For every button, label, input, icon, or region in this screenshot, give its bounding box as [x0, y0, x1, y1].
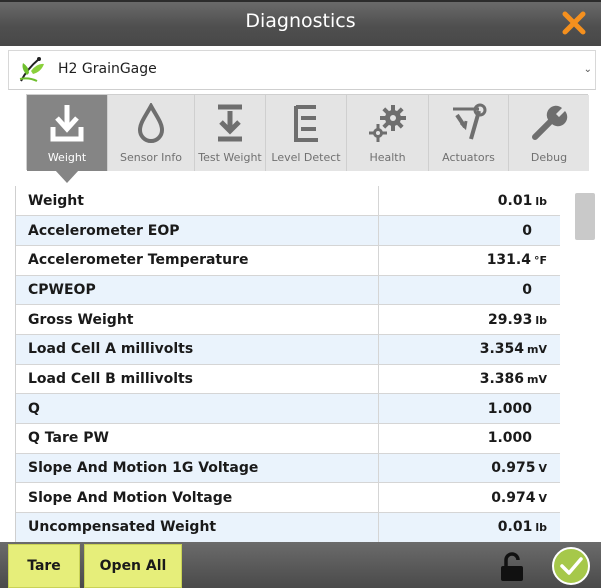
table-row[interactable]: Q Tare PW 1.000 — [16, 423, 560, 454]
tab-weight[interactable]: Weight — [27, 95, 108, 171]
row-value-cell: 0 — [378, 215, 560, 246]
tab-debug[interactable]: Debug — [509, 95, 589, 171]
row-unit: °F — [533, 254, 547, 268]
device-name: H2 GrainGage — [58, 61, 157, 77]
confirm-check-icon[interactable] — [551, 546, 591, 586]
row-value: 29.93 — [488, 311, 533, 328]
droplet-icon — [137, 103, 165, 143]
tare-button[interactable]: Tare — [8, 544, 80, 588]
table-row[interactable]: Weight 0.01 lb — [16, 186, 560, 217]
table-row[interactable]: Q 1.000 — [16, 393, 560, 424]
row-label: Weight — [16, 186, 379, 217]
row-value: 3.386 — [479, 370, 525, 387]
table-row[interactable]: Uncompensated Weight 0.01 lb — [16, 512, 560, 543]
row-value-cell: 0.01 lb — [378, 186, 560, 217]
tab-label: Debug — [530, 151, 568, 164]
table-row[interactable]: Load Cell B millivolts 3.386 mV — [16, 364, 560, 395]
active-tab-pointer — [55, 170, 79, 183]
row-value-cell: 0 — [378, 275, 560, 306]
row-value-cell: 0.975 V — [378, 453, 560, 484]
table-row[interactable]: Load Cell A millivolts 3.354 mV — [16, 334, 560, 365]
row-unit: mV — [527, 372, 547, 386]
actuator-icon — [452, 103, 486, 140]
row-value: 0.01 — [497, 519, 533, 536]
tab-test-weight[interactable]: Test Weight — [195, 95, 266, 171]
row-value-cell: 0.01 lb — [378, 512, 560, 543]
row-value: 131.4 — [486, 252, 531, 269]
level-detect-icon — [294, 105, 318, 142]
row-label: Gross Weight — [16, 304, 379, 335]
tab-label: Level Detect — [271, 151, 341, 164]
download-icon — [50, 105, 84, 142]
tab-bar: Weight Sensor Info Test Weight Level Det… — [26, 94, 589, 171]
tab-actuators[interactable]: Actuators — [429, 95, 509, 171]
wrench-icon — [532, 105, 568, 140]
row-value-cell: 1.000 — [378, 393, 560, 424]
row-value: 0.974 — [491, 489, 536, 506]
open-all-button[interactable]: Open All — [84, 544, 182, 588]
tab-health[interactable]: Health — [347, 95, 429, 171]
row-label: Accelerometer Temperature — [16, 245, 379, 276]
tab-label: Test Weight — [198, 151, 262, 164]
row-label: Uncompensated Weight — [16, 512, 379, 543]
row-value: 3.354 — [479, 341, 525, 358]
row-value-cell: 3.354 mV — [378, 334, 560, 365]
tab-label: Sensor Info — [119, 151, 183, 164]
table-row[interactable]: Accelerometer Temperature 131.4 °F — [16, 245, 560, 276]
tab-label: Health — [369, 151, 406, 164]
row-value-cell: 1.000 — [378, 423, 560, 454]
tab-label: Weight — [47, 151, 87, 164]
row-label: Q — [16, 393, 379, 424]
row-value: 0.975 — [491, 460, 536, 477]
row-value: 0.01 — [497, 192, 533, 209]
row-value-cell: 3.386 mV — [378, 364, 560, 395]
window-title: Diagnostics — [245, 10, 356, 32]
table-row[interactable]: Slope And Motion 1G Voltage 0.975 V — [16, 453, 560, 484]
row-unit: lb — [535, 313, 547, 327]
row-label: CPWEOP — [16, 275, 379, 306]
table-row[interactable]: Accelerometer EOP 0 — [16, 215, 560, 246]
tab-label: Actuators — [442, 151, 495, 164]
grain-logo-icon — [19, 57, 44, 82]
title-bar: Diagnostics — [0, 0, 601, 46]
row-label: Load Cell A millivolts — [16, 334, 379, 365]
row-label: Accelerometer EOP — [16, 215, 379, 246]
table-row[interactable]: Gross Weight 29.93 lb — [16, 304, 560, 335]
row-unit: lb — [535, 194, 547, 208]
test-weight-icon — [218, 104, 242, 142]
row-value: 0 — [522, 281, 532, 298]
table-row[interactable]: CPWEOP 0 — [16, 275, 560, 306]
row-label: Slope And Motion 1G Voltage — [16, 453, 379, 484]
row-value: 1.000 — [487, 430, 532, 447]
tab-level-detect[interactable]: Level Detect — [266, 95, 347, 171]
close-icon[interactable] — [559, 8, 589, 38]
row-unit: V — [538, 491, 547, 505]
row-value-cell: 0.974 V — [378, 482, 560, 514]
row-value: 1.000 — [487, 400, 532, 417]
row-value-cell: 131.4 °F — [378, 245, 560, 276]
row-unit: lb — [535, 521, 547, 535]
scrollbar-thumb[interactable] — [575, 193, 595, 240]
row-label: Load Cell B millivolts — [16, 364, 379, 395]
diagnostics-table: Weight 0.01 lb Accelerometer EOP 0 Accelerome… — [15, 186, 560, 544]
tab-sensor-info[interactable]: Sensor Info — [108, 95, 195, 171]
device-selector[interactable]: H2 GrainGage ⌄ — [8, 50, 596, 90]
row-label: Slope And Motion Voltage — [16, 482, 379, 514]
unlock-icon[interactable] — [499, 552, 525, 582]
table-row[interactable]: Slope And Motion Voltage 0.974 V — [16, 482, 560, 514]
row-unit: V — [538, 462, 547, 476]
chevron-down-icon: ⌄ — [583, 64, 592, 75]
row-value-cell: 29.93 lb — [378, 304, 560, 335]
row-label: Q Tare PW — [16, 423, 379, 454]
gears-icon — [368, 105, 406, 142]
row-value: 0 — [522, 222, 532, 239]
row-unit: mV — [527, 343, 547, 357]
